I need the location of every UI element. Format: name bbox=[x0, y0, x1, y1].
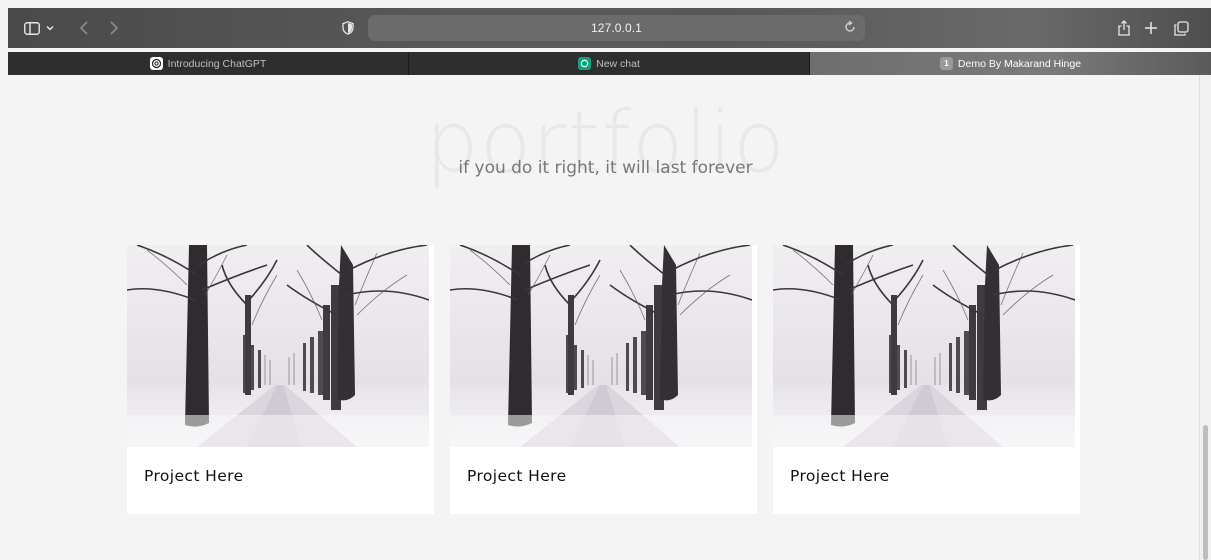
scrollbar-thumb[interactable] bbox=[1203, 425, 1208, 560]
chevron-down-icon[interactable] bbox=[44, 8, 56, 48]
tab-introducing-chatgpt[interactable]: Introducing ChatGPT bbox=[8, 52, 409, 75]
project-image bbox=[450, 245, 752, 447]
share-icon[interactable] bbox=[1116, 8, 1132, 48]
privacy-shield-icon[interactable] bbox=[340, 8, 356, 48]
chatgpt-icon bbox=[578, 57, 592, 70]
tab-demo-by-makarand-hinge[interactable]: 1 Demo By Makarand Hinge bbox=[810, 52, 1211, 75]
forward-arrow-icon[interactable] bbox=[106, 8, 122, 48]
openai-icon bbox=[149, 57, 163, 70]
reload-icon[interactable] bbox=[843, 20, 857, 39]
tab-label: Introducing ChatGPT bbox=[167, 57, 267, 70]
project-image bbox=[127, 245, 429, 447]
sidebar-toggle-icon[interactable] bbox=[22, 8, 42, 48]
project-title: Project Here bbox=[467, 467, 567, 485]
tab-label: New chat bbox=[596, 57, 640, 70]
browser-toolbar: 127.0.0.1 bbox=[8, 8, 1211, 48]
project-card[interactable]: Project Here bbox=[450, 245, 757, 514]
tab-new-chat[interactable]: New chat bbox=[409, 52, 810, 75]
address-bar[interactable]: 127.0.0.1 bbox=[368, 15, 865, 41]
tab-overview-icon[interactable] bbox=[1172, 8, 1190, 48]
tab-number-icon: 1 bbox=[939, 57, 953, 70]
page-scrollbar[interactable] bbox=[1199, 75, 1211, 560]
portfolio-subtitle: if you do it right, it will last forever bbox=[458, 158, 753, 178]
tab-label: Demo By Makarand Hinge bbox=[957, 57, 1082, 70]
tab-strip: Introducing ChatGPT New chat 1 Demo By M… bbox=[8, 52, 1211, 75]
new-tab-icon[interactable] bbox=[1142, 8, 1160, 48]
project-card[interactable]: Project Here bbox=[127, 245, 434, 514]
project-title: Project Here bbox=[144, 467, 244, 485]
back-arrow-icon[interactable] bbox=[76, 8, 92, 48]
project-image bbox=[773, 245, 1075, 447]
url-text: 127.0.0.1 bbox=[591, 21, 642, 35]
project-title: Project Here bbox=[790, 467, 890, 485]
project-card[interactable]: Project Here bbox=[773, 245, 1080, 514]
